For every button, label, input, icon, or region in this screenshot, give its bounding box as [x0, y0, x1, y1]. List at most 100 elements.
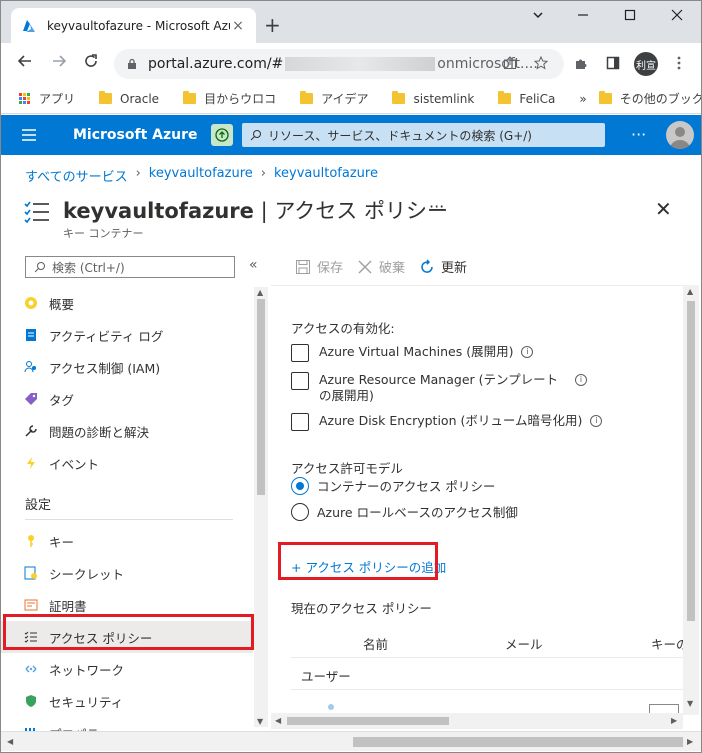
tab-list-icon[interactable]: [532, 9, 544, 25]
content-scrollbar[interactable]: ▲ ▼: [683, 285, 699, 715]
window-close-icon[interactable]: [671, 9, 683, 25]
breadcrumb-keyvault-current[interactable]: keyvaultofazure: [274, 166, 378, 185]
menu-item-secrets[interactable]: シークレット: [1, 557, 253, 589]
address-bar[interactable]: portal.azure.com/# onmicrosoft....: [114, 49, 564, 79]
checkbox-box[interactable]: [291, 413, 309, 431]
radio-circle[interactable]: [291, 502, 309, 521]
radio-vault-access-policy[interactable]: コンテナーのアクセス ポリシー: [291, 476, 495, 495]
lock-icon: [128, 58, 136, 69]
share-icon[interactable]: [503, 56, 517, 74]
menu-item-overview[interactable]: 概要: [1, 287, 253, 319]
menu-search-input[interactable]: 検索 (Ctrl+/): [25, 256, 235, 278]
tab-close-icon[interactable]: ×: [230, 18, 246, 34]
bookmark-felica[interactable]: FeliCa: [498, 91, 555, 106]
checkbox-box[interactable]: [291, 344, 309, 362]
maximize-icon[interactable]: [624, 9, 636, 25]
page-hscrollbar[interactable]: ◀ ▶: [1, 731, 701, 751]
info-icon[interactable]: i: [575, 374, 587, 386]
info-icon[interactable]: i: [590, 415, 603, 427]
scroll-right-icon[interactable]: ▶: [671, 716, 677, 725]
close-blade-icon[interactable]: ✕: [655, 197, 672, 221]
menu-item-keys[interactable]: キー: [1, 525, 253, 557]
reload-icon[interactable]: [83, 53, 99, 74]
bookmark-apps[interactable]: アプリ: [19, 90, 75, 107]
checkbox-vm-deployment[interactable]: Azure Virtual Machines (展開用) i: [291, 344, 534, 362]
browser-menu-icon[interactable]: [677, 56, 681, 74]
profile-avatar[interactable]: 利宣: [634, 52, 658, 76]
refresh-button[interactable]: 更新: [419, 257, 467, 276]
collapse-menu-icon[interactable]: «: [249, 257, 258, 273]
save-button[interactable]: 保存: [295, 257, 343, 276]
menu-item-diagnose[interactable]: 問題の診断と解決: [1, 415, 253, 447]
menu-scrollbar[interactable]: ▲ ▼: [254, 287, 268, 727]
menu-section-settings: 設定: [25, 497, 52, 513]
menu-item-network[interactable]: ネットワーク: [1, 653, 253, 685]
content-hscroll-thumb[interactable]: [287, 717, 449, 725]
page-more-icon[interactable]: ···: [429, 197, 444, 216]
breadcrumb-keyvault[interactable]: keyvaultofazure: [149, 166, 253, 185]
user-avatar[interactable]: [666, 121, 694, 149]
column-email[interactable]: メール: [505, 634, 543, 653]
menu-item-label: 証明書: [49, 598, 87, 614]
menu-item-label: キー: [49, 534, 75, 550]
shield-icon: [23, 693, 39, 709]
bookmark-other[interactable]: その他のブックマーク: [598, 90, 701, 107]
breadcrumb-all-services[interactable]: すべてのサービス: [25, 166, 128, 185]
menu-item-security[interactable]: セキュリティ: [1, 685, 253, 717]
checkbox-arm-deployment[interactable]: Azure Resource Manager (テンプレートの展開用) i: [291, 372, 591, 404]
scroll-left-icon[interactable]: ◀: [7, 737, 13, 746]
star-icon[interactable]: [533, 55, 549, 74]
menu-item-events[interactable]: イベント: [1, 447, 253, 479]
forward-icon[interactable]: [51, 53, 67, 74]
folder-icon: [183, 91, 197, 104]
scroll-down-icon[interactable]: ▼: [257, 717, 263, 726]
search-icon: [250, 130, 261, 141]
checkbox-disk-encryption[interactable]: Azure Disk Encryption (ボリューム暗号化用) i: [291, 413, 603, 431]
new-tab-button[interactable]: +: [264, 15, 281, 35]
sidepanel-icon[interactable]: [606, 56, 620, 74]
permission-model-label: アクセス許可モデル: [291, 461, 403, 476]
extensions-icon[interactable]: [574, 56, 588, 74]
bookmarks-overflow-button[interactable]: »: [579, 92, 586, 106]
content-hscrollbar[interactable]: ◀ ▶: [271, 713, 683, 729]
checkbox-box[interactable]: [291, 372, 309, 390]
bookmarks-bar: アプリ Oracle 目からウロコ アイデア sistemlink FeliCa…: [1, 84, 701, 114]
table-group-user[interactable]: ユーザー: [291, 658, 699, 690]
upgrade-icon[interactable]: [211, 124, 233, 146]
bookmark-mekara[interactable]: 目からウロコ: [183, 90, 276, 107]
save-label: 保存: [317, 261, 344, 276]
radio-azure-rbac[interactable]: Azure ロールベースのアクセス制御: [291, 502, 518, 521]
bookmark-idea[interactable]: アイデア: [300, 90, 368, 107]
menu-item-label: セキュリティ: [49, 694, 124, 710]
menu-item-tags[interactable]: タグ: [1, 383, 253, 415]
portal-menu-icon[interactable]: [21, 127, 37, 146]
info-icon[interactable]: i: [521, 346, 534, 358]
lightning-icon: [23, 455, 39, 471]
chevron-right-icon: ›: [260, 166, 266, 181]
folder-icon: [498, 91, 512, 104]
scroll-up-icon[interactable]: ▲: [687, 287, 693, 296]
scroll-right-icon[interactable]: ▶: [687, 737, 693, 746]
scroll-left-icon[interactable]: ◀: [275, 716, 281, 725]
page-hscroll-thumb[interactable]: [353, 737, 683, 747]
minimize-icon[interactable]: [577, 9, 589, 25]
radio-circle[interactable]: [291, 476, 309, 495]
portal-more-icon[interactable]: ···: [631, 125, 646, 144]
scroll-up-icon[interactable]: ▲: [257, 288, 263, 297]
menu-item-iam[interactable]: アクセス制御 (IAM): [1, 351, 253, 383]
menu-item-activity-log[interactable]: アクティビティ ログ: [1, 319, 253, 351]
menu-scroll-thumb[interactable]: [257, 299, 265, 495]
browser-tab[interactable]: keyvaultofazure - Microsoft Azu ×: [11, 8, 256, 43]
secret-icon: [23, 565, 39, 581]
back-icon[interactable]: [17, 53, 33, 74]
column-name[interactable]: 名前: [363, 634, 388, 653]
content-scroll-thumb[interactable]: [687, 301, 695, 621]
portal-search-input[interactable]: リソース、サービス、ドキュメントの検索 (G+/): [242, 123, 605, 147]
discard-button[interactable]: 破棄: [357, 257, 405, 276]
scroll-down-icon[interactable]: ▼: [687, 699, 693, 708]
bookmark-oracle[interactable]: Oracle: [99, 91, 159, 106]
bookmark-sistemlink[interactable]: sistemlink: [392, 91, 474, 106]
activity-log-icon: [23, 327, 39, 343]
menu-search-placeholder: 検索 (Ctrl+/): [52, 260, 125, 275]
azure-brand[interactable]: Microsoft Azure: [73, 127, 198, 143]
